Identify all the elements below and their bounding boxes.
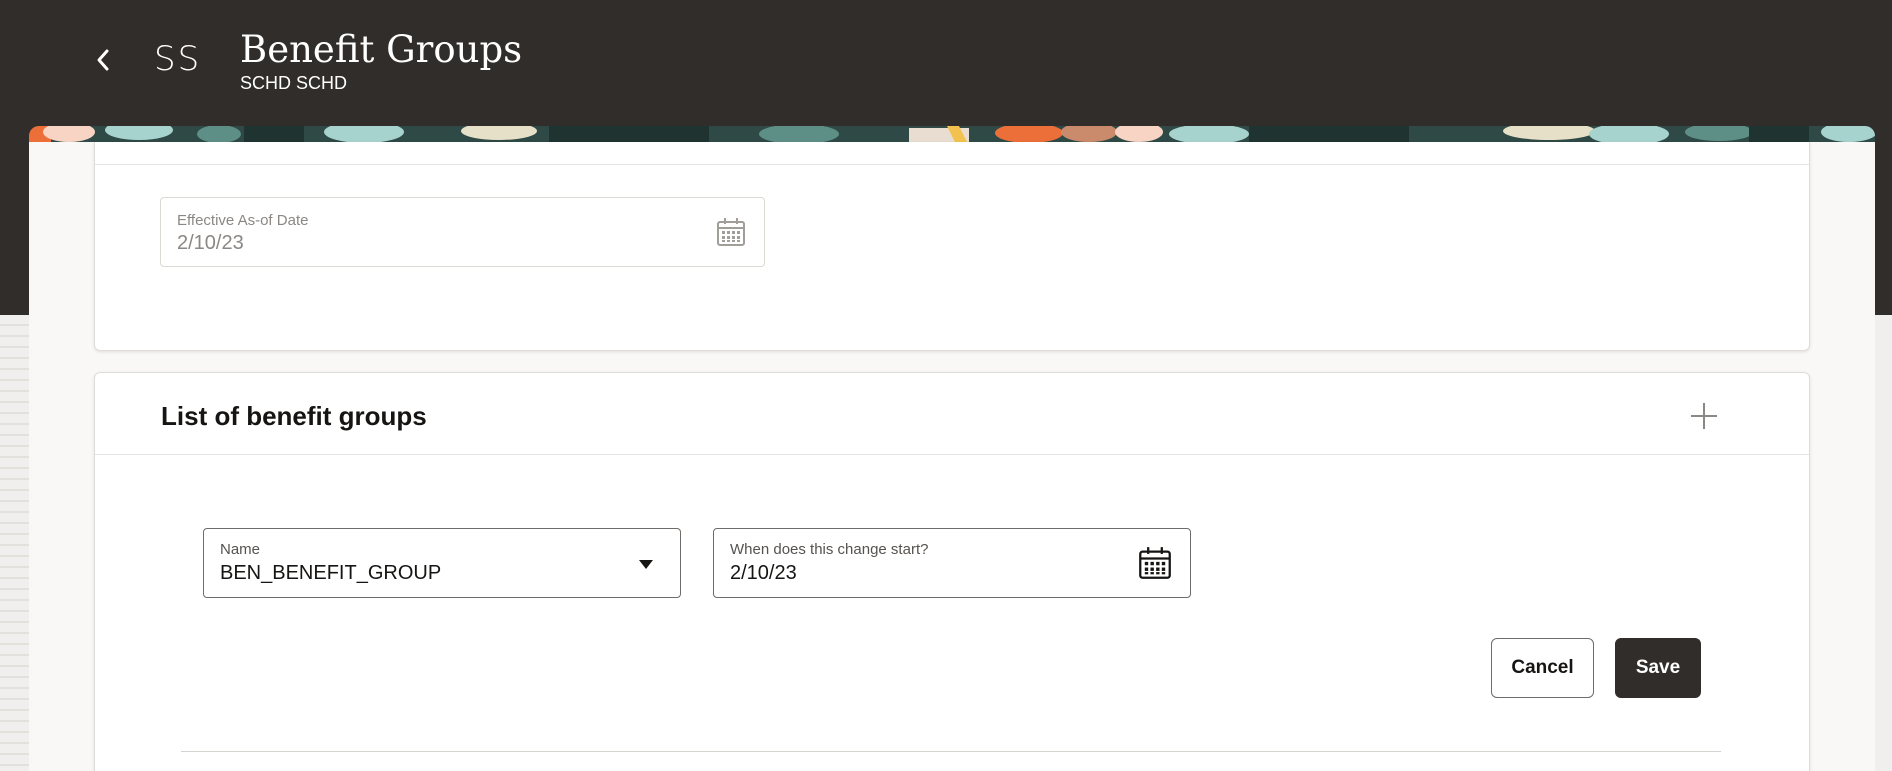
effective-as-of-date-field: Effective As-of Date 2/10/23	[160, 197, 765, 267]
back-button[interactable]	[88, 42, 118, 78]
name-select[interactable]: Name BEN_BENEFIT_GROUP	[203, 528, 681, 598]
divider	[95, 454, 1809, 455]
page-title: Benefit Groups	[240, 28, 523, 71]
effective-date-label: Effective As-of Date	[177, 212, 309, 229]
benefit-groups-card: List of benefit groups Name BEN_BENEFIT_…	[94, 372, 1810, 771]
name-label: Name	[220, 541, 261, 558]
effective-date-value: 2/10/23	[177, 232, 244, 254]
calendar-icon	[717, 218, 745, 246]
divider	[181, 751, 1721, 752]
calendar-icon[interactable]	[1138, 546, 1172, 580]
cancel-button[interactable]: Cancel	[1491, 638, 1594, 698]
background-right	[1875, 315, 1892, 771]
change-start-value: 2/10/23	[730, 562, 797, 584]
chevron-left-icon	[97, 49, 109, 71]
caret-down-icon	[639, 560, 653, 569]
save-button[interactable]: Save	[1615, 638, 1701, 698]
change-start-date-input[interactable]: When does this change start? 2/10/23	[713, 528, 1191, 598]
name-value: BEN_BENEFIT_GROUP	[220, 562, 442, 584]
section-title: List of benefit groups	[161, 401, 427, 431]
background-texture	[0, 315, 29, 771]
avatar: SS	[154, 39, 202, 79]
decorative-banner	[29, 126, 1875, 142]
plus-icon	[1691, 403, 1717, 429]
page-subtitle: SCHD SCHD	[240, 73, 348, 93]
divider	[95, 164, 1809, 165]
add-benefit-group-button[interactable]	[1687, 399, 1721, 433]
change-start-label: When does this change start?	[730, 541, 929, 558]
